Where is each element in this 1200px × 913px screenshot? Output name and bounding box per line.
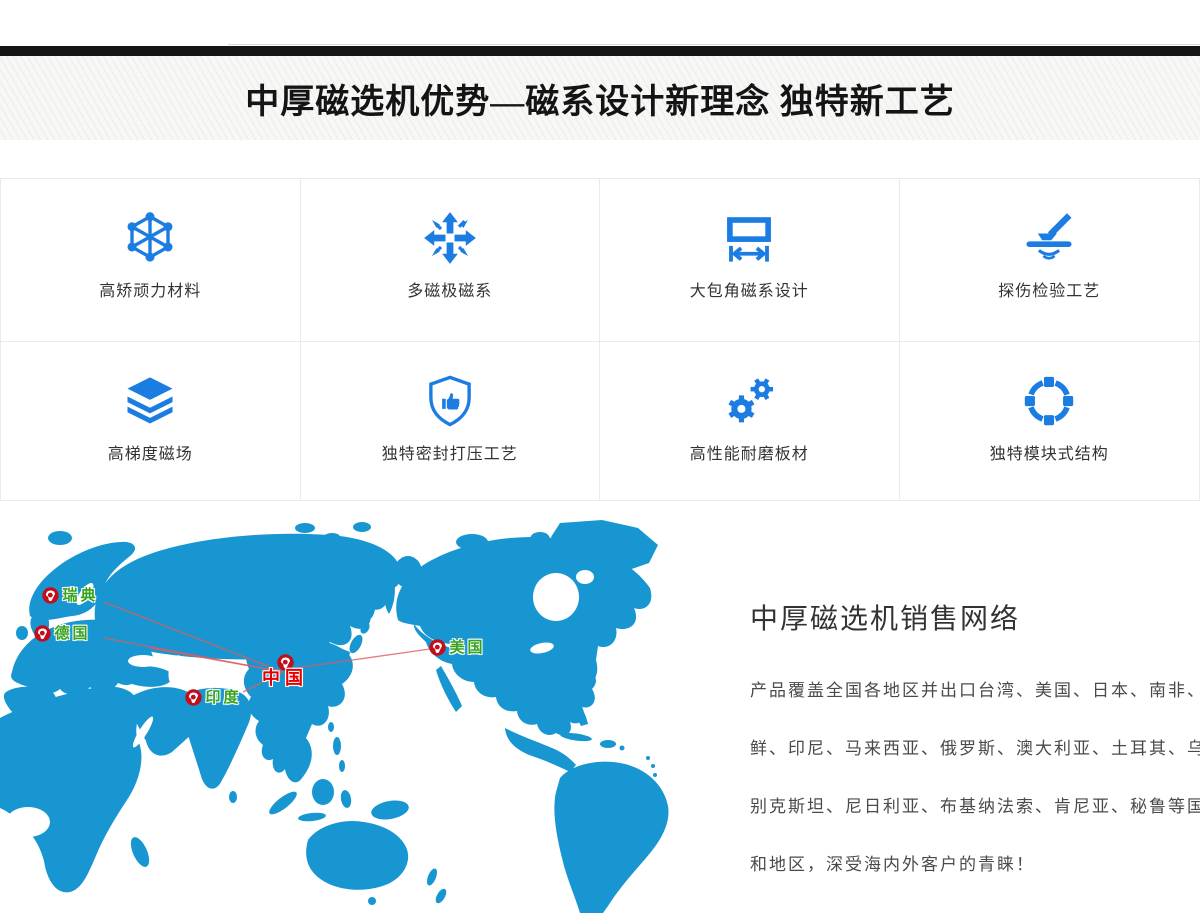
company-logo-pin-icon (185, 689, 202, 706)
sales-network-paragraph: 产品覆盖全国各地区并出口台湾、美国、日本、南非、朝鲜、印尼、马来西亚、俄罗斯、澳… (750, 662, 1200, 894)
feature-cell-dual-gears: 高性能耐磨板材 (600, 342, 900, 500)
country-label: 美国 (450, 639, 486, 656)
feature-label: 高梯度磁场 (108, 440, 193, 464)
country-label: 中国 (262, 670, 308, 687)
dual-gears-icon (722, 374, 776, 428)
feature-cell-layers: 高梯度磁场 (1, 342, 301, 500)
map-marker-india: 印度 (185, 689, 202, 706)
feature-label: 独特模块式结构 (990, 440, 1109, 464)
sales-paragraph-line-3: 别克斯坦、尼日利亚、布基纳法索、肯尼亚、秘鲁等国家 (750, 778, 1200, 836)
feature-cell-wide-wrap: 大包角磁系设计 (600, 179, 900, 342)
feature-label: 大包角磁系设计 (690, 277, 809, 301)
company-logo-pin-icon (429, 639, 446, 656)
hero-banner: 中厚磁选机优势—磁系设计新理念 独特新工艺 (0, 56, 1200, 140)
feature-cell-multi-arrows: 多磁极磁系 (301, 179, 601, 342)
feature-label: 高性能耐磨板材 (690, 440, 809, 464)
modular-ring-icon (1022, 374, 1076, 428)
feature-cell-modular-ring: 独特模块式结构 (900, 342, 1200, 500)
feature-cell-lattice-cube: 高矫顽力材料 (1, 179, 301, 342)
sales-paragraph-line-4: 和地区，深受海内外客户的青睐！ (750, 836, 1200, 894)
section-divider-line (228, 44, 1200, 45)
company-logo-pin-icon (42, 587, 59, 604)
map-marker-usa: 美国 (429, 639, 446, 656)
country-label: 德国 (55, 625, 91, 642)
feature-cell-flaw-probe: 探伤检验工艺 (900, 179, 1200, 342)
top-divider-bar (0, 46, 1200, 56)
feature-label: 高矫顽力材料 (99, 277, 201, 301)
map-marker-china: 中国 (277, 654, 294, 671)
company-logo-pin-icon (34, 625, 51, 642)
country-label: 瑞典 (63, 587, 99, 604)
feature-label: 探伤检验工艺 (998, 277, 1100, 301)
sales-world-map: 瑞典 德国 印度 中国 美国 (0, 520, 760, 913)
multi-arrows-icon (423, 211, 477, 265)
features-grid: 高矫顽力材料 多磁极磁系 大包角磁系设计 探伤检验工艺 高梯度磁场 独特密封打压… (0, 178, 1200, 501)
feature-label: 独特密封打压工艺 (382, 440, 518, 464)
sales-network-heading: 中厚磁选机销售网络 (750, 597, 1020, 637)
feature-label: 多磁极磁系 (407, 277, 492, 301)
flaw-probe-icon (1022, 211, 1076, 265)
map-marker-sweden: 瑞典 (42, 587, 59, 604)
country-label: 印度 (206, 689, 242, 706)
wide-wrap-icon (722, 211, 776, 265)
feature-cell-shield-thumb: 独特密封打压工艺 (301, 342, 601, 500)
shield-thumb-icon (423, 374, 477, 428)
map-marker-germany: 德国 (34, 625, 51, 642)
lattice-cube-icon (123, 211, 177, 265)
sales-paragraph-line-2: 鲜、印尼、马来西亚、俄罗斯、澳大利亚、土耳其、乌兹 (750, 720, 1200, 778)
sales-paragraph-line-1: 产品覆盖全国各地区并出口台湾、美国、日本、南非、朝 (750, 662, 1200, 720)
layers-icon (123, 374, 177, 428)
page-title: 中厚磁选机优势—磁系设计新理念 独特新工艺 (245, 74, 955, 123)
world-map-graphic (0, 520, 760, 913)
